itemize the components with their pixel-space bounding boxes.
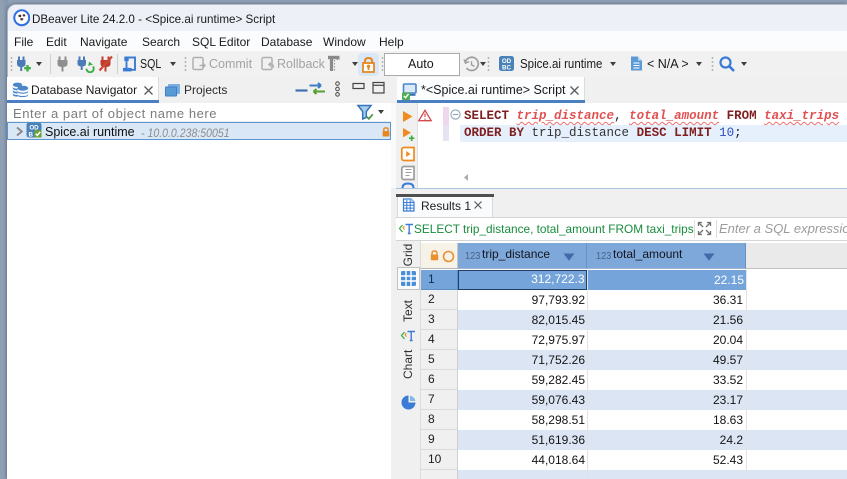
svg-text:BC: BC xyxy=(502,65,511,72)
svg-text:B: B xyxy=(28,131,33,138)
